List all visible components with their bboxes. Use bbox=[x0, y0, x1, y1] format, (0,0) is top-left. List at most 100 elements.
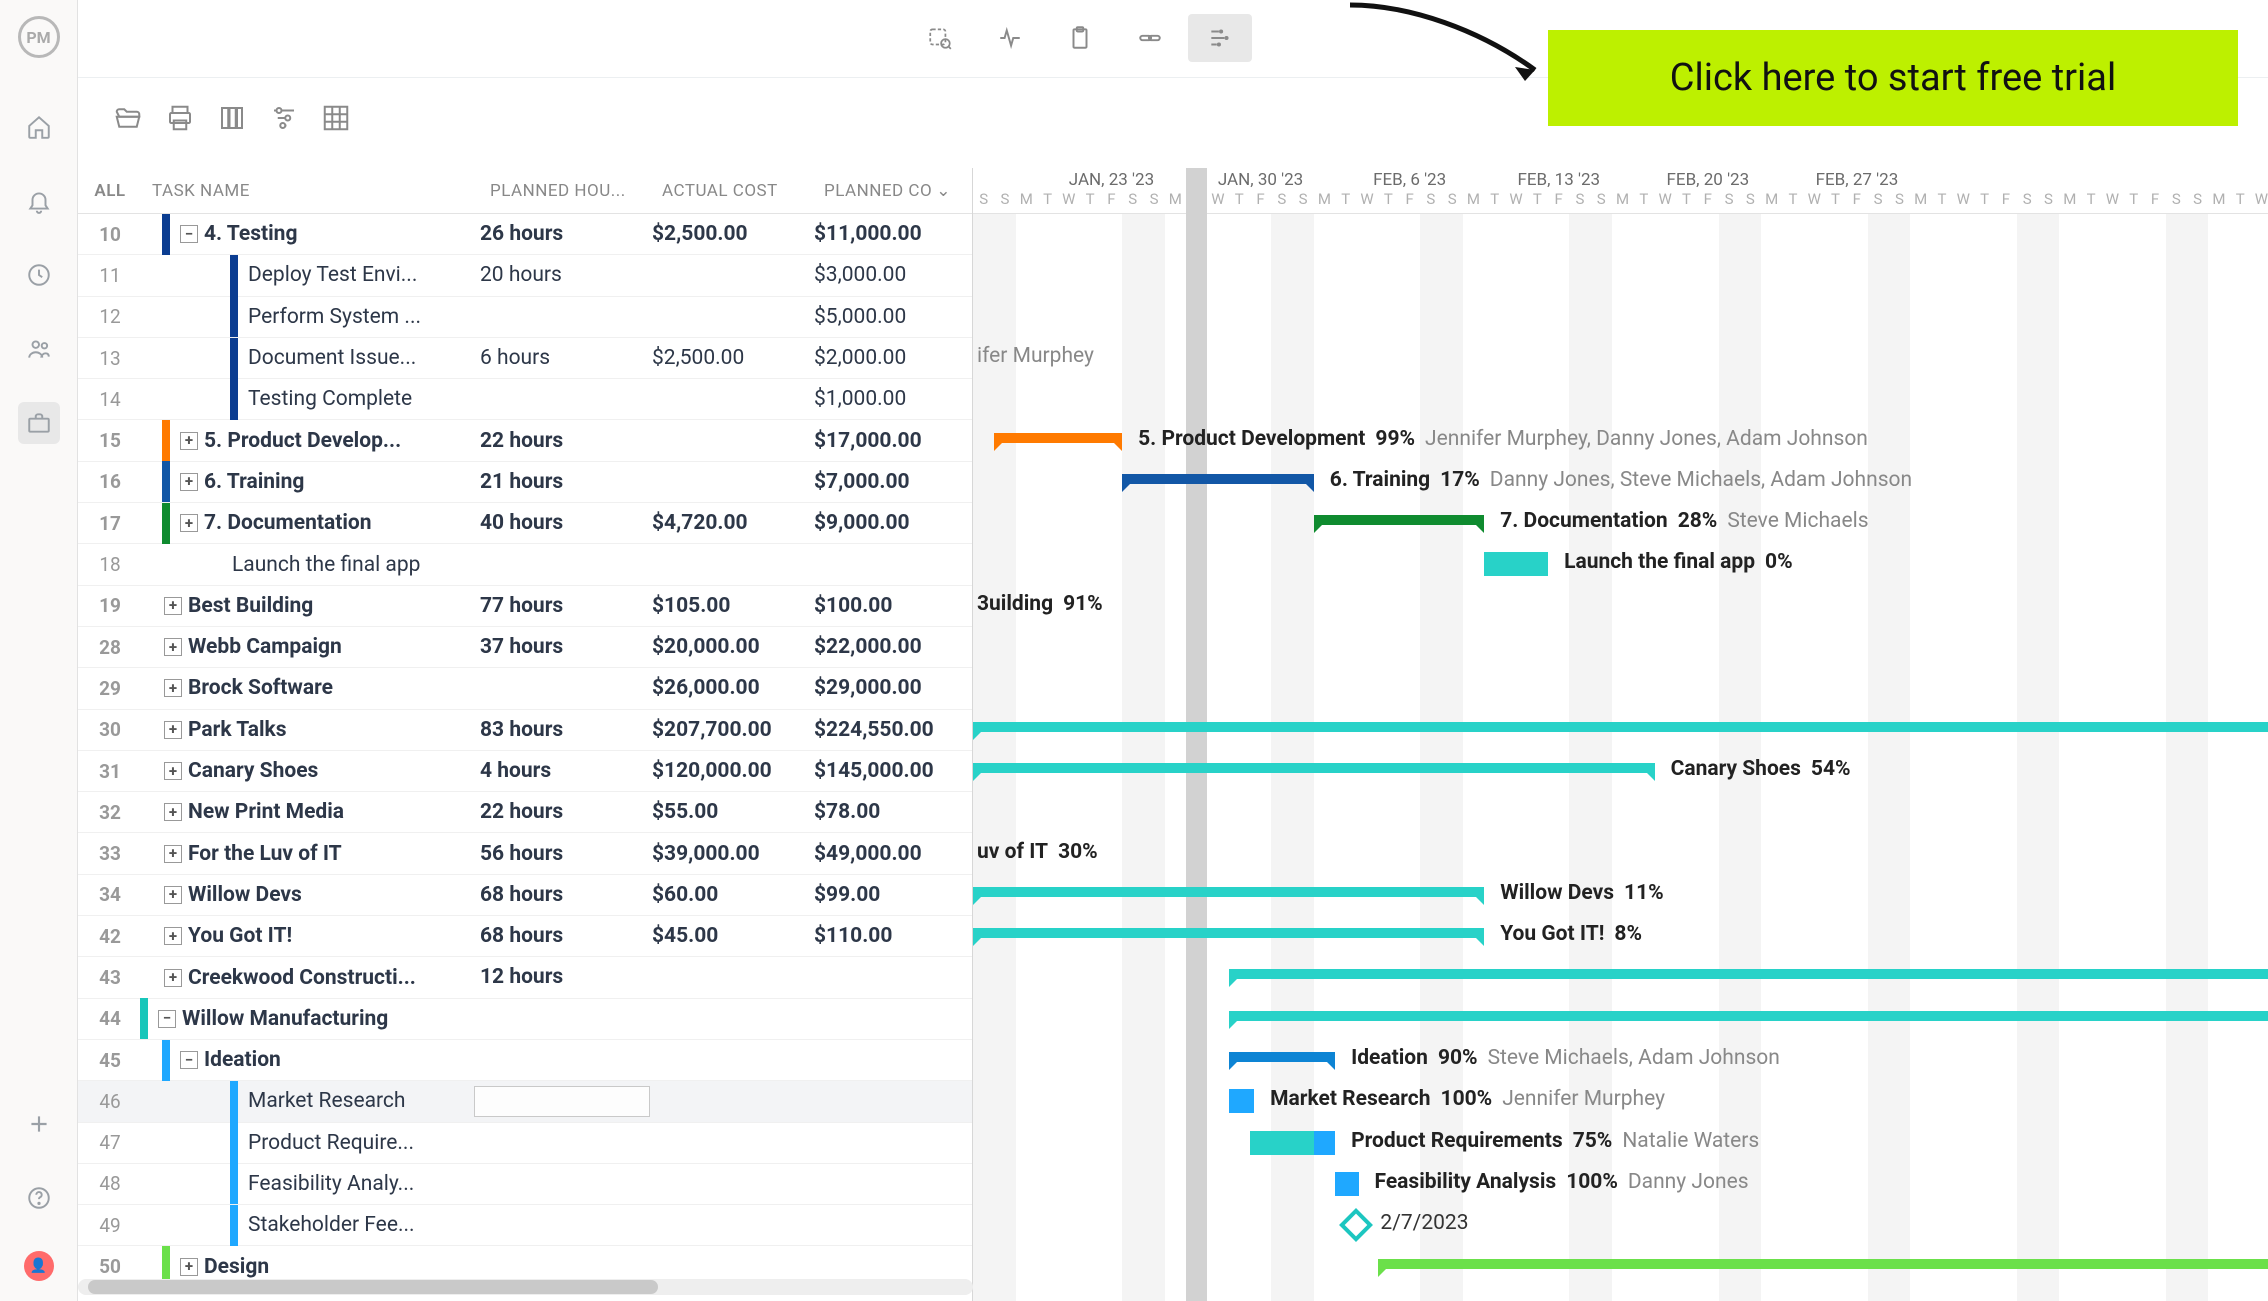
task-name-cell[interactable]: Testing Complete bbox=[142, 379, 480, 420]
col-task-name[interactable]: TASK NAME bbox=[142, 181, 480, 201]
actual-cost-cell[interactable]: $4,720.00 bbox=[652, 511, 814, 535]
expand-icon[interactable]: + bbox=[164, 927, 182, 945]
milestone-icon[interactable] bbox=[1339, 1208, 1373, 1242]
task-name-cell[interactable]: +For the Luv of IT bbox=[142, 833, 480, 874]
briefcase-icon[interactable] bbox=[18, 402, 60, 444]
actual-cost-cell[interactable]: $207,700.00 bbox=[652, 718, 814, 742]
planned-cost-cell[interactable]: $17,000.00 bbox=[814, 429, 962, 453]
planned-cost-cell[interactable]: $3,000.00 bbox=[814, 263, 962, 287]
table-row[interactable]: 16+6. Training21 hours$7,000.00 bbox=[78, 462, 972, 503]
table-row[interactable]: 43+Creekwood Constructi...12 hours bbox=[78, 957, 972, 998]
collapse-icon[interactable]: − bbox=[158, 1010, 176, 1028]
expand-icon[interactable]: + bbox=[180, 432, 198, 450]
task-name-cell[interactable]: +7. Documentation bbox=[142, 503, 480, 544]
planned-cost-cell[interactable]: $49,000.00 bbox=[814, 842, 962, 866]
expand-icon[interactable]: + bbox=[164, 638, 182, 656]
table-row[interactable]: 46Market Research bbox=[78, 1081, 972, 1122]
planned-hours-cell[interactable]: 26 hours bbox=[480, 222, 652, 246]
planned-hours-cell[interactable] bbox=[480, 1086, 652, 1117]
col-planned-hours[interactable]: PLANNED HOU... bbox=[480, 181, 652, 201]
table-row[interactable]: 29+Brock Software$26,000.00$29,000.00 bbox=[78, 668, 972, 709]
collapse-icon[interactable]: − bbox=[180, 225, 198, 243]
add-icon[interactable] bbox=[18, 1103, 60, 1145]
col-all[interactable]: ALL bbox=[78, 181, 142, 201]
hours-input[interactable] bbox=[474, 1086, 650, 1117]
planned-hours-cell[interactable]: 37 hours bbox=[480, 635, 652, 659]
actual-cost-cell[interactable]: $60.00 bbox=[652, 883, 814, 907]
actual-cost-cell[interactable]: $55.00 bbox=[652, 800, 814, 824]
folder-icon[interactable] bbox=[108, 98, 148, 138]
planned-hours-cell[interactable]: 21 hours bbox=[480, 470, 652, 494]
gantt-summary-bar[interactable] bbox=[1229, 969, 2268, 979]
table-row[interactable]: 34+Willow Devs68 hours$60.00$99.00 bbox=[78, 875, 972, 916]
table-row[interactable]: 15+5. Product Develop...22 hours$17,000.… bbox=[78, 420, 972, 461]
planned-hours-cell[interactable]: 68 hours bbox=[480, 883, 652, 907]
clock-icon[interactable] bbox=[18, 254, 60, 296]
planned-hours-cell[interactable]: 77 hours bbox=[480, 594, 652, 618]
actual-cost-cell[interactable]: $39,000.00 bbox=[652, 842, 814, 866]
task-name-cell[interactable]: +5. Product Develop... bbox=[142, 420, 480, 461]
planned-cost-cell[interactable]: $78.00 bbox=[814, 800, 962, 824]
columns-icon[interactable] bbox=[212, 98, 252, 138]
gantt-summary-bar[interactable] bbox=[1314, 515, 1484, 525]
task-name-cell[interactable]: −4. Testing bbox=[142, 214, 480, 255]
expand-icon[interactable]: + bbox=[164, 803, 182, 821]
gantt-view-icon[interactable] bbox=[1188, 14, 1252, 62]
table-row[interactable]: 31+Canary Shoes4 hours$120,000.00$145,00… bbox=[78, 751, 972, 792]
table-row[interactable]: 33+For the Luv of IT56 hours$39,000.00$4… bbox=[78, 833, 972, 874]
planned-cost-cell[interactable]: $11,000.00 bbox=[814, 222, 962, 246]
task-name-cell[interactable]: +New Print Media bbox=[142, 792, 480, 833]
clipboard-icon[interactable] bbox=[1048, 14, 1112, 62]
planned-hours-cell[interactable]: 83 hours bbox=[480, 718, 652, 742]
actual-cost-cell[interactable]: $2,500.00 bbox=[652, 222, 814, 246]
print-icon[interactable] bbox=[160, 98, 200, 138]
task-name-cell[interactable]: +Creekwood Constructi... bbox=[142, 957, 480, 998]
table-row[interactable]: 42+You Got IT!68 hours$45.00$110.00 bbox=[78, 916, 972, 957]
task-name-cell[interactable]: Market Research bbox=[142, 1081, 480, 1122]
task-name-cell[interactable]: Deploy Test Envi... bbox=[142, 255, 480, 296]
table-row[interactable]: 14Testing Complete$1,000.00 bbox=[78, 379, 972, 420]
app-logo[interactable]: PM bbox=[18, 16, 60, 58]
planned-cost-cell[interactable]: $100.00 bbox=[814, 594, 962, 618]
planned-cost-cell[interactable]: $29,000.00 bbox=[814, 676, 962, 700]
planned-cost-cell[interactable]: $7,000.00 bbox=[814, 470, 962, 494]
gantt-summary-bar[interactable] bbox=[973, 928, 1484, 938]
planned-hours-cell[interactable]: 6 hours bbox=[480, 346, 652, 370]
planned-cost-cell[interactable]: $110.00 bbox=[814, 924, 962, 948]
expand-icon[interactable]: + bbox=[164, 597, 182, 615]
expand-icon[interactable]: + bbox=[164, 762, 182, 780]
col-planned-cost[interactable]: PLANNED CO⌄ bbox=[814, 181, 962, 201]
col-actual-cost[interactable]: ACTUAL COST bbox=[652, 181, 814, 201]
task-name-cell[interactable]: +You Got IT! bbox=[142, 916, 480, 957]
people-icon[interactable] bbox=[18, 328, 60, 370]
expand-icon[interactable]: + bbox=[164, 886, 182, 904]
planned-hours-cell[interactable]: 22 hours bbox=[480, 800, 652, 824]
task-name-cell[interactable]: +Park Talks bbox=[142, 709, 480, 750]
gantt-task-bar[interactable] bbox=[1250, 1131, 1335, 1155]
planned-cost-cell[interactable]: $22,000.00 bbox=[814, 635, 962, 659]
actual-cost-cell[interactable]: $105.00 bbox=[652, 594, 814, 618]
table-row[interactable]: 18Launch the final app bbox=[78, 544, 972, 585]
help-icon[interactable] bbox=[18, 1177, 60, 1219]
table-row[interactable]: 47Product Require... bbox=[78, 1123, 972, 1164]
table-row[interactable]: 45−Ideation bbox=[78, 1040, 972, 1081]
user-avatar[interactable]: 👤 bbox=[24, 1251, 54, 1281]
start-free-trial-button[interactable]: Click here to start free trial bbox=[1548, 30, 2238, 126]
table-row[interactable]: 32+New Print Media22 hours$55.00$78.00 bbox=[78, 792, 972, 833]
gantt-summary-bar[interactable] bbox=[1229, 1011, 2268, 1021]
task-name-cell[interactable]: −Ideation bbox=[142, 1040, 480, 1081]
grid-icon[interactable] bbox=[316, 98, 356, 138]
gantt-summary-bar[interactable] bbox=[973, 887, 1484, 897]
gantt-summary-bar[interactable] bbox=[1378, 1259, 2268, 1269]
table-row[interactable]: 48Feasibility Analy... bbox=[78, 1164, 972, 1205]
table-row[interactable]: 12Perform System ...$5,000.00 bbox=[78, 297, 972, 338]
table-row[interactable]: 17+7. Documentation40 hours$4,720.00$9,0… bbox=[78, 503, 972, 544]
table-row[interactable]: 44−Willow Manufacturing bbox=[78, 999, 972, 1040]
horizontal-scrollbar[interactable] bbox=[78, 1279, 973, 1295]
actual-cost-cell[interactable]: $26,000.00 bbox=[652, 676, 814, 700]
expand-icon[interactable]: + bbox=[164, 721, 182, 739]
planned-cost-cell[interactable]: $5,000.00 bbox=[814, 305, 962, 329]
table-row[interactable]: 10−4. Testing26 hours$2,500.00$11,000.00 bbox=[78, 214, 972, 255]
gantt-summary-bar[interactable] bbox=[973, 722, 2268, 732]
table-row[interactable]: 49Stakeholder Fee... bbox=[78, 1205, 972, 1246]
